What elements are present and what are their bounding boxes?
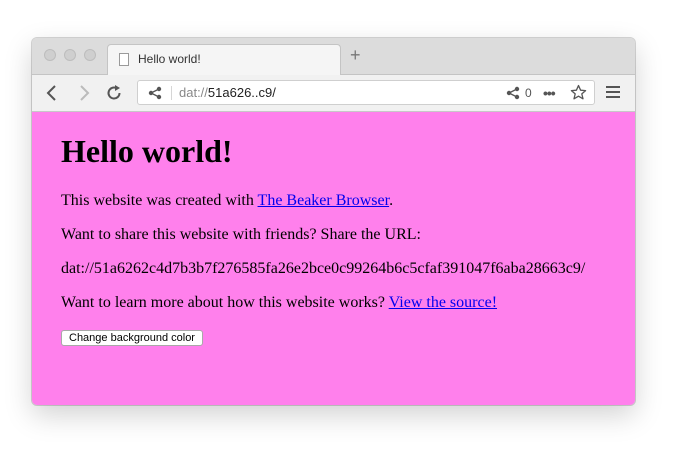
page-heading: Hello world! bbox=[61, 133, 233, 169]
view-source-link[interactable]: View the source! bbox=[389, 294, 497, 311]
url-address: 51a626..c9/ bbox=[207, 85, 276, 100]
created-prefix: This website was created with bbox=[61, 192, 258, 209]
tab-title: Hello world! bbox=[138, 52, 201, 66]
forward-icon[interactable] bbox=[74, 83, 94, 103]
more-options-icon[interactable]: ••• bbox=[543, 85, 556, 101]
full-dat-url: dat://51a6262c4d7b3b7f276585fa26e2bce0c9… bbox=[61, 260, 586, 277]
page-icon bbox=[119, 53, 129, 66]
browser-window: Hello world! + dat://51a626..c9/ 0 ••• H… bbox=[32, 38, 635, 405]
page-content: Hello world! This website was created wi… bbox=[32, 112, 635, 405]
share-icon[interactable] bbox=[148, 86, 162, 100]
close-window-icon[interactable] bbox=[44, 49, 56, 61]
bookmark-star-icon[interactable] bbox=[570, 84, 587, 101]
tab-strip: Hello world! + bbox=[32, 38, 635, 75]
url-separator bbox=[171, 86, 172, 100]
learn-prefix: Want to learn more about how this websit… bbox=[61, 294, 389, 311]
minimize-window-icon[interactable] bbox=[64, 49, 76, 61]
reload-icon[interactable] bbox=[104, 83, 124, 103]
learn-more-line: Want to learn more about how this websit… bbox=[61, 294, 497, 312]
share-prompt: Want to share this website with friends?… bbox=[61, 226, 421, 243]
new-tab-button[interactable]: + bbox=[350, 46, 361, 64]
navigation-bar: dat://51a626..c9/ 0 ••• bbox=[32, 75, 635, 112]
zoom-window-icon[interactable] bbox=[84, 49, 96, 61]
created-suffix: . bbox=[389, 192, 394, 209]
created-with-line: This website was created with The Beaker… bbox=[61, 192, 393, 210]
url-bar[interactable]: dat://51a626..c9/ 0 ••• bbox=[137, 80, 595, 105]
beaker-browser-link[interactable]: The Beaker Browser bbox=[258, 192, 390, 209]
peer-count: 0 bbox=[525, 86, 532, 100]
back-icon[interactable] bbox=[42, 83, 62, 103]
url-scheme: dat:// bbox=[179, 85, 208, 100]
url-text[interactable]: dat://51a626..c9/ bbox=[179, 85, 276, 100]
peers-share-icon[interactable] bbox=[506, 86, 520, 100]
change-background-button[interactable]: Change background color bbox=[61, 330, 203, 346]
tab-active[interactable]: Hello world! bbox=[107, 44, 341, 75]
hamburger-menu-icon[interactable] bbox=[605, 84, 621, 100]
